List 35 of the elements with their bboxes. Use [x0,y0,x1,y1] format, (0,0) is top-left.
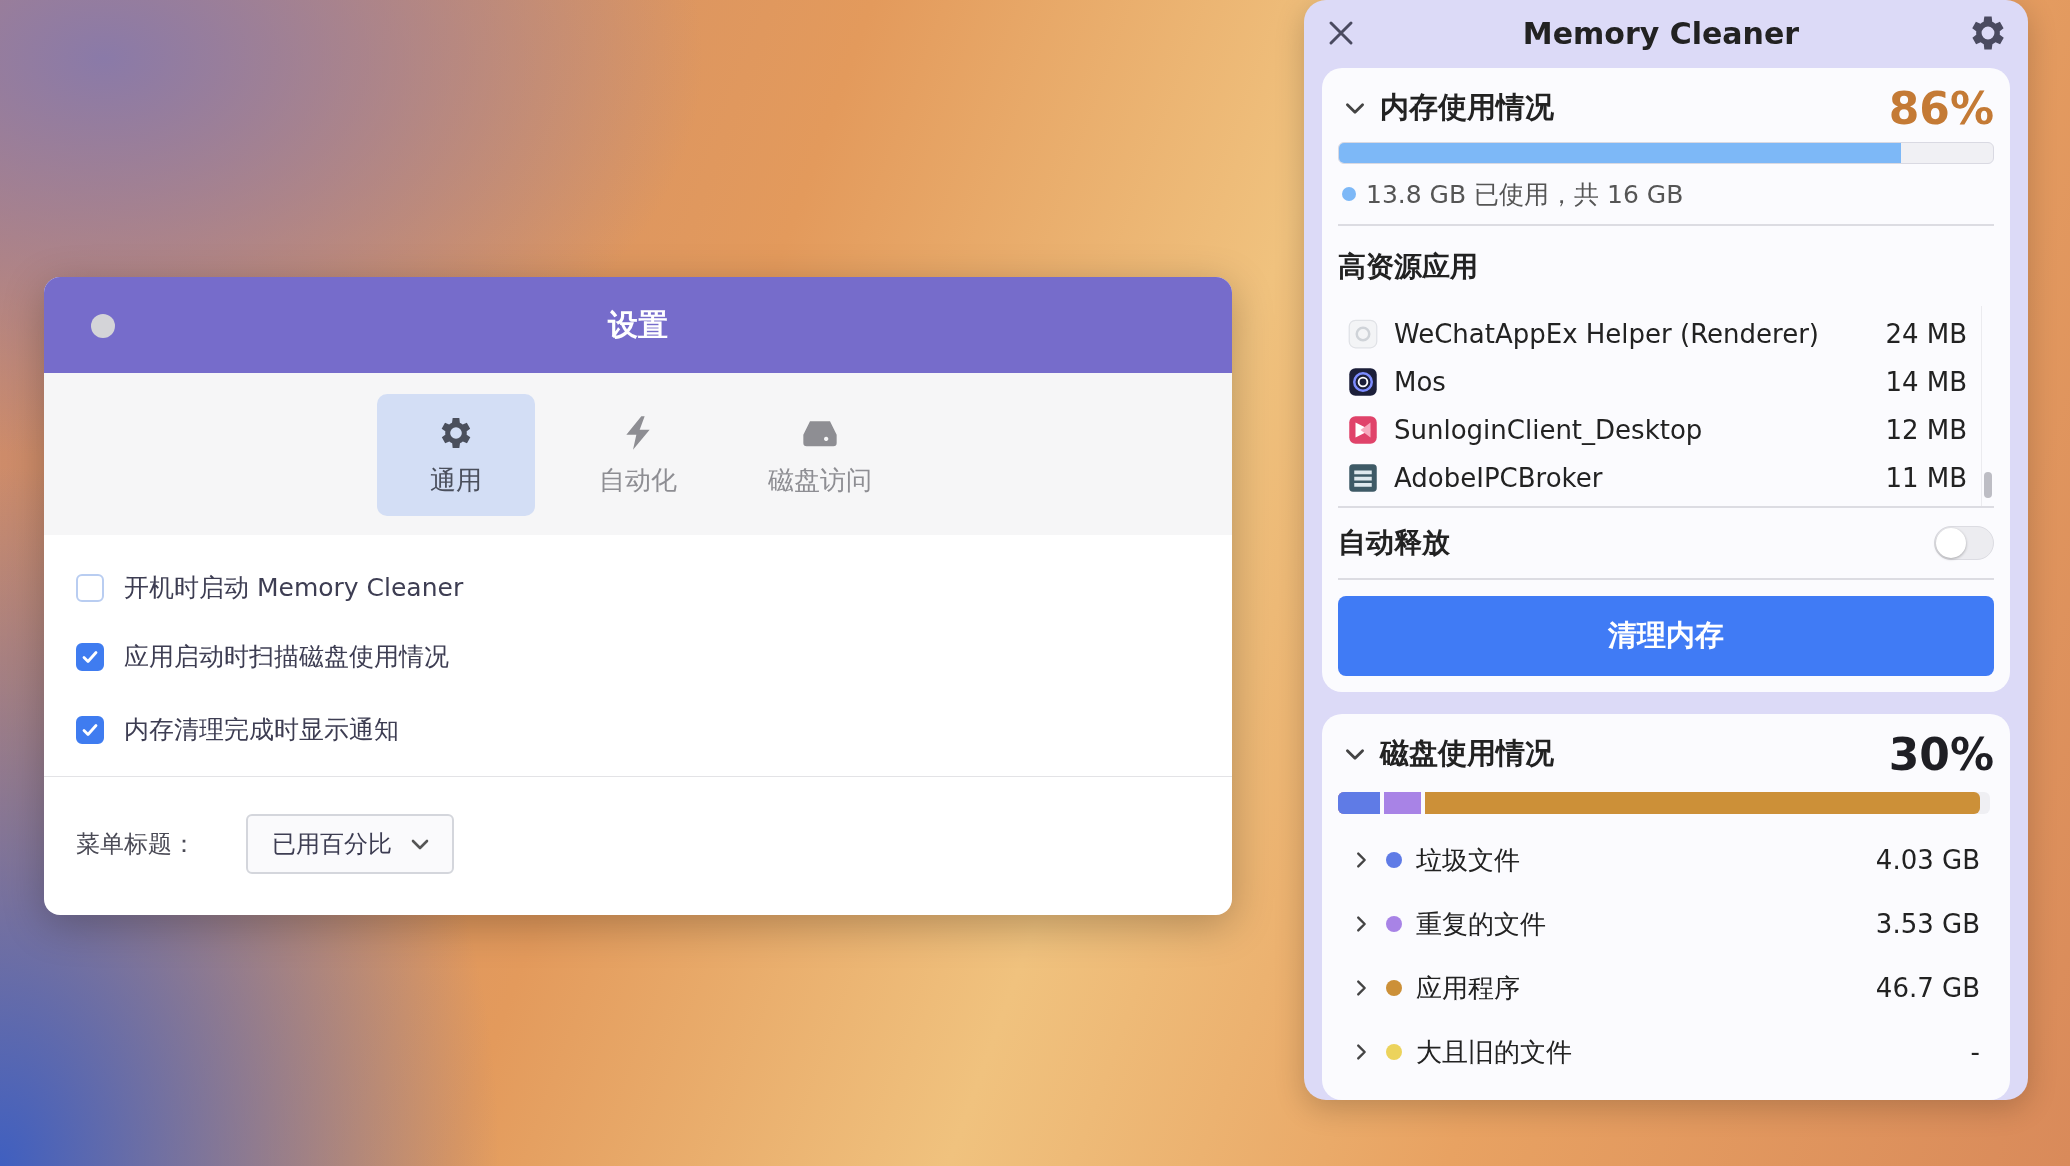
window-title: 设置 [608,305,668,344]
app-row[interactable]: Mos 14 MB [1348,364,1967,400]
percentage: 86% [1888,82,1994,134]
ring-app-icon [1348,367,1378,397]
app-row[interactable]: SunloginClient_Desktop 12 MB [1348,412,1967,448]
app-title: Memory Cleaner [1522,15,1800,51]
category-row[interactable]: 垃圾文件 4.03 GB [1338,828,1994,892]
window-dot[interactable] [91,314,115,338]
checkbox[interactable] [76,642,104,671]
app-row[interactable]: WeChatAppEx Helper (Renderer) 24 MB [1348,316,1967,352]
checkbox[interactable] [76,715,104,744]
clean-memory-button[interactable]: 清理内存 [1338,596,1994,676]
toggle-switch[interactable] [1934,526,1994,560]
category-row[interactable]: 应用程序 46.7 GB [1338,956,1994,1020]
flag-app-icon [1348,415,1378,445]
checkbox-label: 内存清理完成时显示通知 [124,714,399,747]
grid-app-icon [1348,319,1378,349]
category-row[interactable]: 重复的文件 3.53 GB [1338,892,1994,956]
scrollbar-thumb[interactable] [1984,472,1992,498]
checkbox-label: 应用启动时扫描磁盘使用情况 [124,641,449,674]
category-row[interactable]: 大且旧的文件 - [1338,1020,1994,1084]
stack-app-icon [1348,463,1378,493]
tab[interactable]: 通用 [377,394,535,516]
dropdown[interactable]: 已用百分比 [246,814,454,874]
section-title: 高资源应用 [1338,249,1479,285]
app-row[interactable]: AdobeIPCBroker 11 MB [1348,460,1967,496]
legend-dot [1342,187,1356,201]
checkbox-label: 开机时启动 Memory Cleaner [124,572,464,605]
usage-text: 13.8 GB 已使用，共 16 GB [1366,178,1684,211]
section-title: 内存使用情况 [1380,89,1555,126]
section-title: 磁盘使用情况 [1380,735,1555,772]
percentage: 30% [1888,728,1994,780]
checkbox[interactable] [76,573,104,602]
field-label: 菜单标题： [76,829,196,860]
toggle-label: 自动释放 [1338,525,1450,561]
